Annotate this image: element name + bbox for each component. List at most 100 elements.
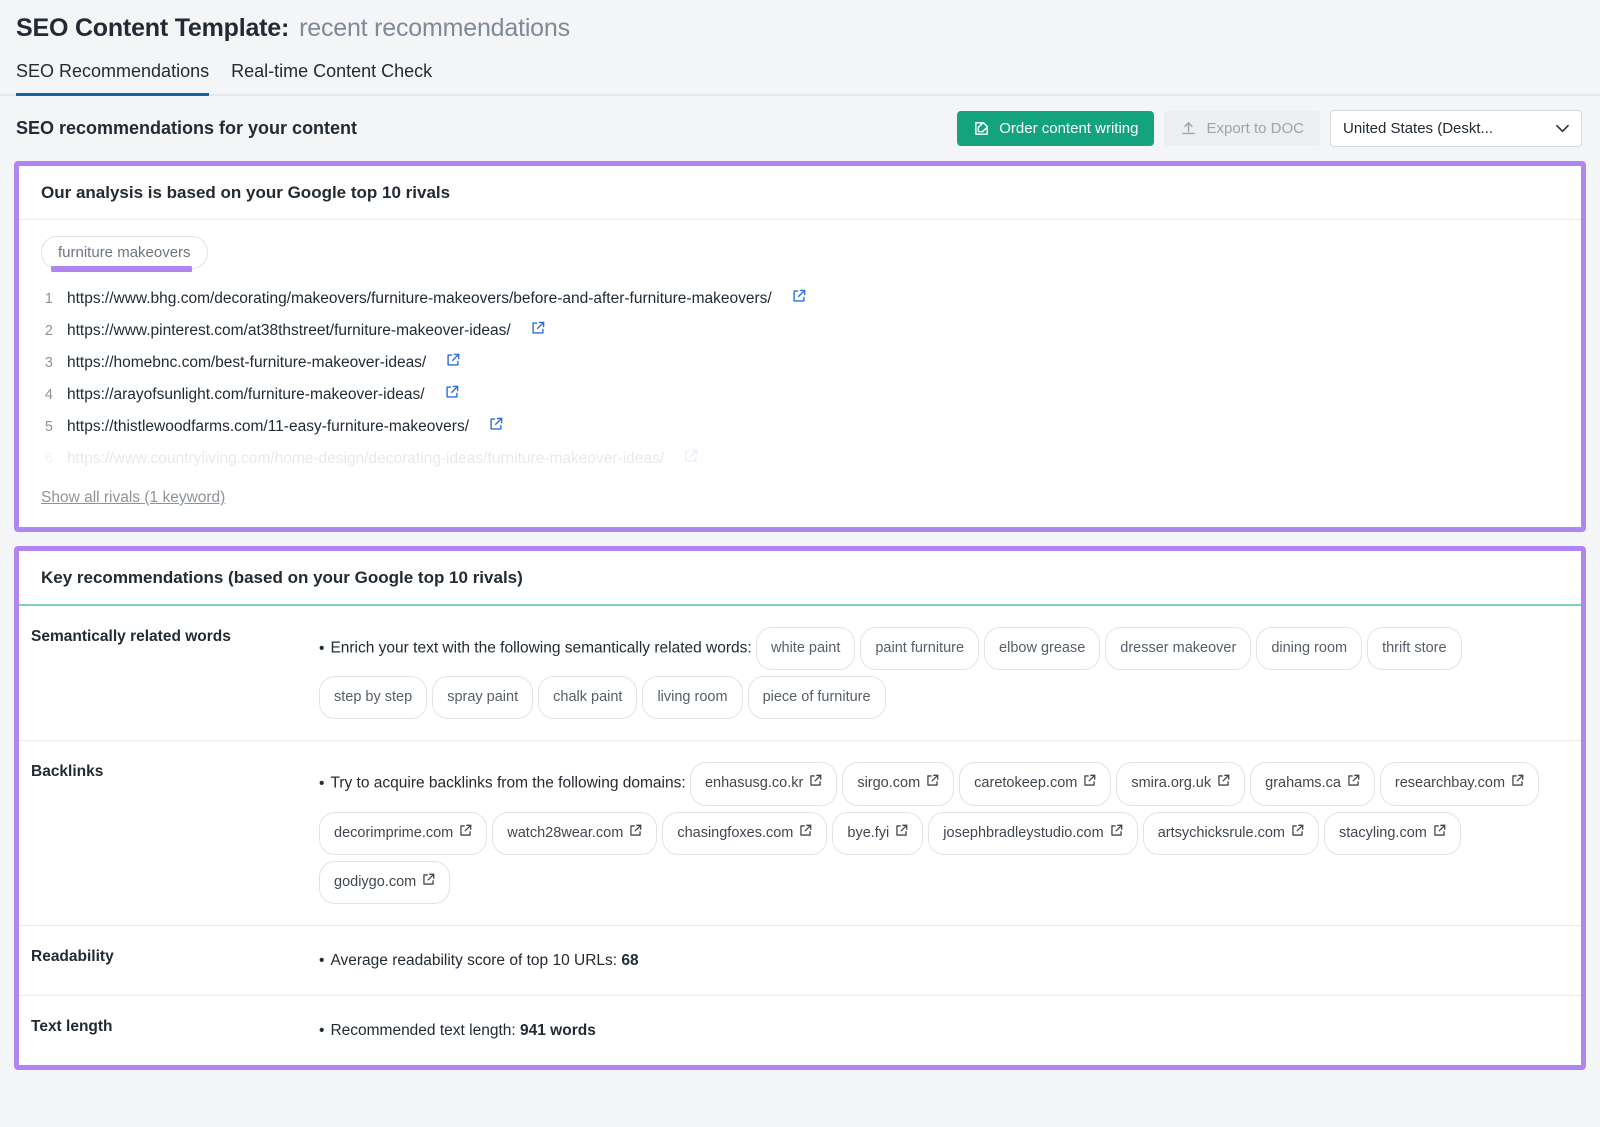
tag-chip[interactable]: thrift store bbox=[1367, 627, 1461, 670]
rival-url[interactable]: https://www.countryliving.com/home-desig… bbox=[67, 443, 664, 474]
seo-content-template-page: SEO Content Template: recent recommendat… bbox=[0, 0, 1600, 1127]
tag-chip[interactable]: chalk paint bbox=[538, 676, 637, 719]
backlink-label: smira.org.uk bbox=[1131, 768, 1211, 799]
list-item[interactable]: 6 https://www.countryliving.com/home-des… bbox=[41, 443, 1559, 475]
rivals-card: Our analysis is based on your Google top… bbox=[14, 161, 1586, 532]
tag-chip[interactable]: step by step bbox=[319, 676, 427, 719]
recommendation-row-text-length: Text length • Recommended text length: 94… bbox=[19, 996, 1581, 1065]
export-to-doc-button[interactable]: Export to DOC bbox=[1164, 111, 1320, 146]
semantic-words-line: •Enrich your text with the following sem… bbox=[319, 624, 1559, 722]
order-content-writing-label: Order content writing bbox=[999, 120, 1138, 137]
rival-url[interactable]: https://www.bhg.com/decorating/makeovers… bbox=[67, 283, 772, 314]
external-link-icon bbox=[1083, 768, 1096, 799]
rival-url[interactable]: https://www.pinterest.com/at38thstreet/f… bbox=[67, 315, 511, 346]
tag-chip[interactable]: spray paint bbox=[432, 676, 533, 719]
list-item[interactable]: 4 https://arayofsunlight.com/furniture-m… bbox=[41, 379, 1559, 411]
backlink-chip[interactable]: watch28wear.com bbox=[492, 812, 657, 855]
backlink-chip[interactable]: enhasusg.co.kr bbox=[690, 762, 837, 805]
external-link-icon bbox=[809, 768, 822, 799]
backlink-chip[interactable]: smira.org.uk bbox=[1116, 762, 1245, 805]
external-link-icon[interactable] bbox=[792, 283, 806, 297]
rivals-card-heading: Our analysis is based on your Google top… bbox=[19, 166, 1581, 220]
row-label: Semantically related words bbox=[19, 606, 319, 740]
external-link-icon[interactable] bbox=[445, 379, 459, 393]
external-link-icon[interactable] bbox=[684, 443, 698, 457]
rival-url[interactable]: https://homebnc.com/best-furniture-makeo… bbox=[67, 347, 426, 378]
readability-value: 68 bbox=[621, 952, 638, 969]
backlink-chip[interactable]: decorimprime.com bbox=[319, 812, 487, 855]
list-item[interactable]: 5 https://thistlewoodfarms.com/11-easy-f… bbox=[41, 411, 1559, 443]
edit-pencil-icon bbox=[973, 120, 990, 137]
tag-chip[interactable]: elbow grease bbox=[984, 627, 1100, 670]
backlink-chip[interactable]: godiygo.com bbox=[319, 861, 450, 904]
recommendation-row-backlinks: Backlinks • Try to acquire backlinks from… bbox=[19, 741, 1581, 926]
backlink-chip[interactable]: bye.fyi bbox=[832, 812, 923, 855]
backlink-chip[interactable]: caretokeep.com bbox=[959, 762, 1111, 805]
external-link-icon bbox=[1511, 768, 1524, 799]
backlink-chip[interactable]: josephbradleystudio.com bbox=[928, 812, 1137, 855]
page-title-prefix: SEO Content Template: bbox=[16, 14, 289, 43]
backlink-label: decorimprime.com bbox=[334, 818, 453, 849]
tab-real-time-content-check[interactable]: Real-time Content Check bbox=[231, 53, 432, 94]
tag-chip[interactable]: living room bbox=[642, 676, 742, 719]
tag-chip[interactable]: piece of furniture bbox=[748, 676, 886, 719]
upload-icon bbox=[1180, 120, 1197, 137]
backlink-label: bye.fyi bbox=[847, 818, 889, 849]
recommendations-toolbar: SEO recommendations for your content Ord… bbox=[0, 96, 1600, 161]
list-item[interactable]: 3 https://homebnc.com/best-furniture-mak… bbox=[41, 347, 1559, 379]
external-link-icon bbox=[799, 818, 812, 849]
external-link-icon[interactable] bbox=[531, 315, 545, 329]
database-select[interactable]: United States (Deskt... bbox=[1330, 110, 1582, 147]
backlink-label: sirgo.com bbox=[857, 768, 920, 799]
external-link-icon bbox=[895, 818, 908, 849]
row-content: •Enrich your text with the following sem… bbox=[319, 606, 1581, 740]
text-length-value: 941 words bbox=[520, 1022, 596, 1039]
backlink-chip[interactable]: stacyling.com bbox=[1324, 812, 1461, 855]
backlink-label: caretokeep.com bbox=[974, 768, 1077, 799]
backlink-chip[interactable]: artsychicksrule.com bbox=[1143, 812, 1319, 855]
recommendation-row-readability: Readability •Average readability score o… bbox=[19, 926, 1581, 996]
rival-rank: 1 bbox=[41, 284, 53, 315]
external-link-icon bbox=[422, 867, 435, 898]
tag-chip[interactable]: dresser makeover bbox=[1105, 627, 1251, 670]
show-all-rivals-link[interactable]: Show all rivals (1 keyword) bbox=[41, 489, 225, 507]
text-length-lead: Recommended text length: bbox=[330, 1022, 515, 1039]
row-label: Backlinks bbox=[19, 741, 319, 925]
bullet-icon: • bbox=[319, 775, 324, 792]
external-link-icon[interactable] bbox=[446, 347, 460, 361]
readability-lead: Average readability score of top 10 URLs… bbox=[330, 952, 617, 969]
tag-chip[interactable]: paint furniture bbox=[860, 627, 979, 670]
keyword-chip-wrapper: furniture makeovers bbox=[41, 236, 208, 269]
backlink-chip[interactable]: grahams.ca bbox=[1250, 762, 1375, 805]
rival-url[interactable]: https://thistlewoodfarms.com/11-easy-fur… bbox=[67, 411, 469, 442]
export-to-doc-label: Export to DOC bbox=[1206, 120, 1304, 137]
external-link-icon bbox=[1347, 768, 1360, 799]
readability-line: •Average readability score of top 10 URL… bbox=[319, 944, 1559, 977]
backlinks-lead: Try to acquire backlinks from the follow… bbox=[330, 775, 685, 792]
external-link-icon[interactable] bbox=[489, 411, 503, 425]
list-item[interactable]: 1 https://www.bhg.com/decorating/makeove… bbox=[41, 283, 1559, 315]
external-link-icon bbox=[1433, 818, 1446, 849]
chevron-down-icon bbox=[1556, 122, 1569, 136]
backlink-label: josephbradleystudio.com bbox=[943, 818, 1103, 849]
backlink-label: chasingfoxes.com bbox=[677, 818, 793, 849]
tag-chip[interactable]: dining room bbox=[1256, 627, 1362, 670]
backlink-chip[interactable]: chasingfoxes.com bbox=[662, 812, 827, 855]
external-link-icon bbox=[459, 818, 472, 849]
order-content-writing-button[interactable]: Order content writing bbox=[957, 111, 1154, 146]
tab-seo-recommendations[interactable]: SEO Recommendations bbox=[16, 53, 209, 94]
list-item[interactable]: 2 https://www.pinterest.com/at38thstreet… bbox=[41, 315, 1559, 347]
bullet-icon: • bbox=[319, 640, 324, 657]
bullet-icon: • bbox=[319, 1022, 324, 1039]
backlink-chip[interactable]: researchbay.com bbox=[1380, 762, 1539, 805]
rival-url[interactable]: https://arayofsunlight.com/furniture-mak… bbox=[67, 379, 425, 410]
rival-rank: 5 bbox=[41, 412, 53, 443]
row-label: Text length bbox=[19, 996, 319, 1065]
section-title: SEO recommendations for your content bbox=[16, 118, 357, 139]
backlink-label: stacyling.com bbox=[1339, 818, 1427, 849]
backlink-chip[interactable]: sirgo.com bbox=[842, 762, 954, 805]
external-link-icon bbox=[1110, 818, 1123, 849]
tag-chip[interactable]: white paint bbox=[756, 627, 855, 670]
backlink-label: watch28wear.com bbox=[507, 818, 623, 849]
keyword-chip[interactable]: furniture makeovers bbox=[41, 236, 208, 269]
